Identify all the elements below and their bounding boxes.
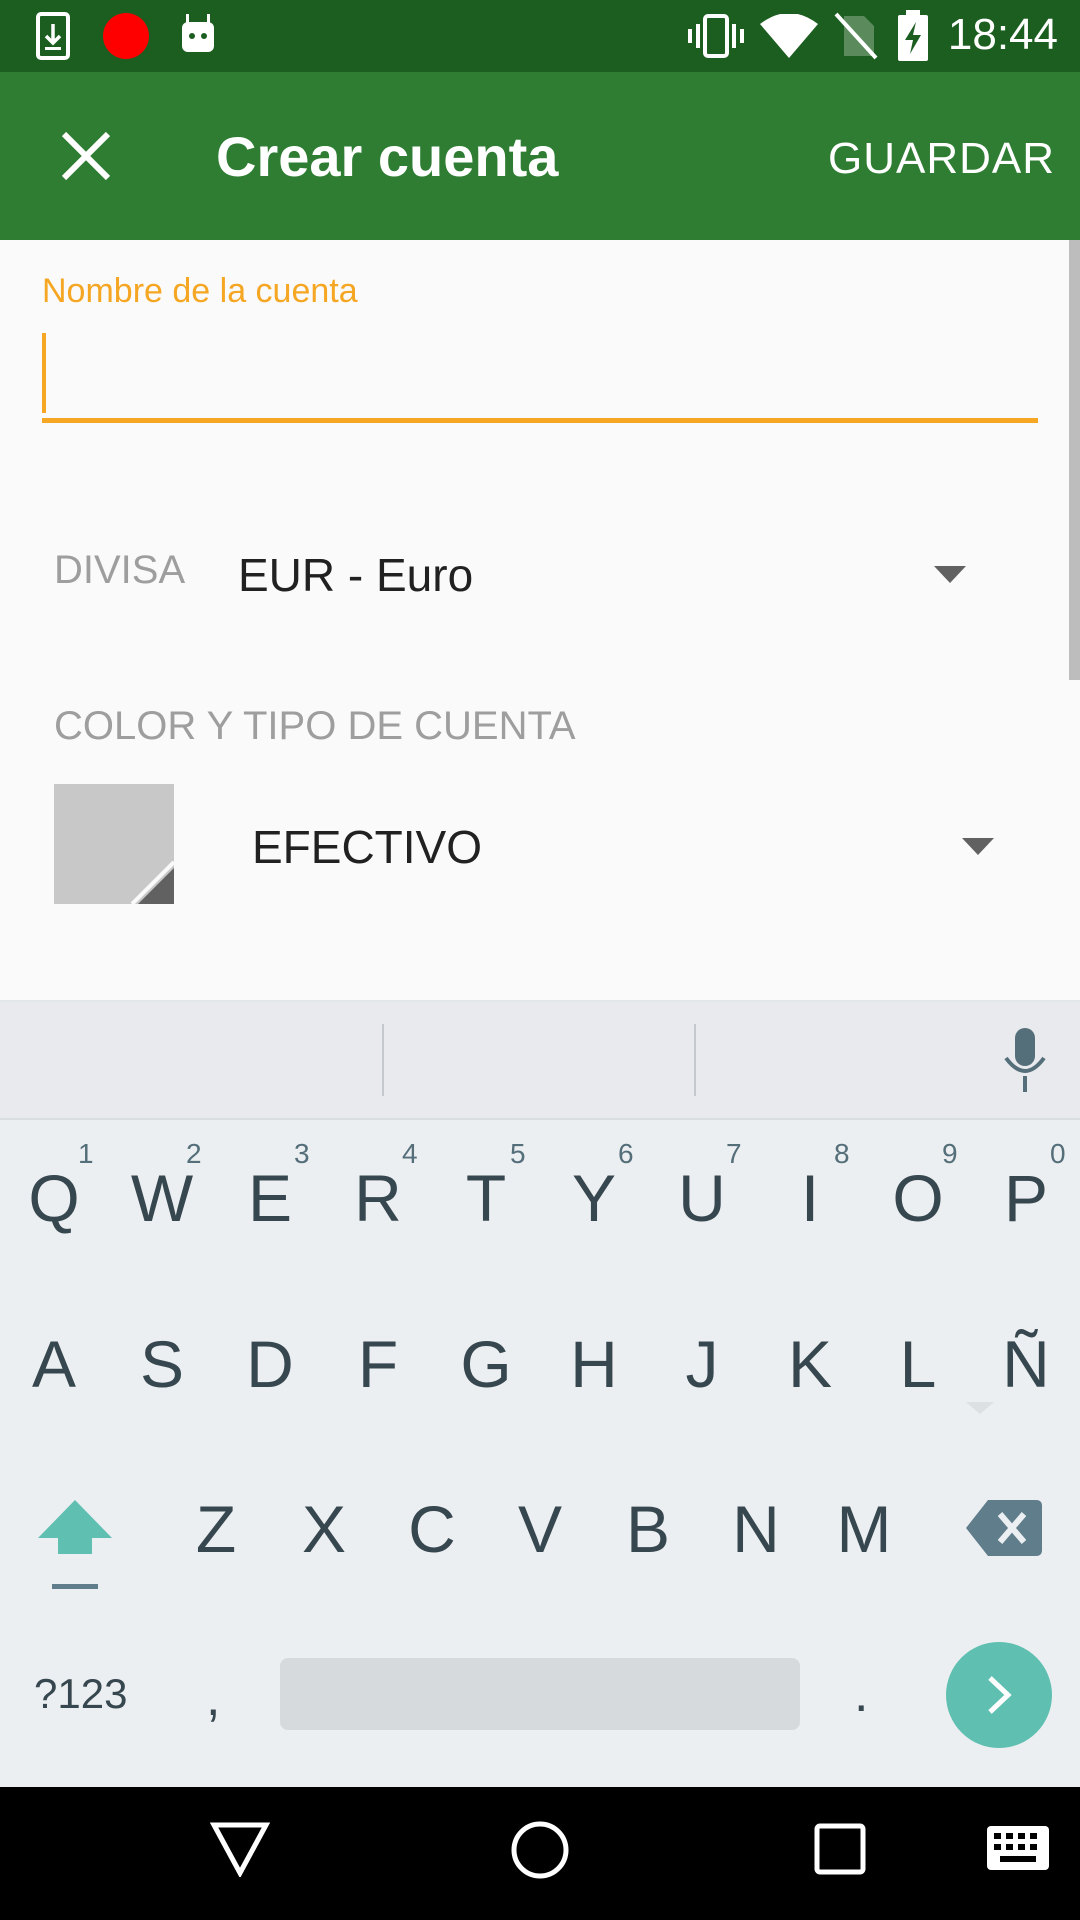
key-d[interactable]: D xyxy=(216,1326,324,1402)
key-enye[interactable]: Ñ xyxy=(972,1326,1080,1402)
shift-icon[interactable] xyxy=(38,1500,112,1590)
account-name-input[interactable] xyxy=(42,320,1038,420)
suggestion-strip xyxy=(0,1002,1080,1120)
key-hint: 4 xyxy=(402,1138,418,1169)
key-i[interactable]: I xyxy=(756,1160,864,1236)
key-hint: 2 xyxy=(186,1138,202,1169)
chevron-right-icon xyxy=(988,1676,1012,1714)
account-name-label: Nombre de la cuenta xyxy=(42,272,358,310)
save-button[interactable]: GUARDAR xyxy=(828,134,1055,184)
backspace-icon[interactable] xyxy=(966,1500,1042,1556)
key-hint: 7 xyxy=(726,1138,742,1169)
swatch-corner-icon xyxy=(130,860,174,904)
key-o[interactable]: O xyxy=(864,1160,972,1236)
chevron-down-icon xyxy=(934,566,966,583)
vibrate-icon xyxy=(688,14,744,58)
key-e[interactable]: E xyxy=(216,1160,324,1236)
status-time: 18:44 xyxy=(947,10,1058,59)
long-press-indicator xyxy=(966,1402,994,1414)
download-icon xyxy=(36,12,70,60)
period-key[interactable]: . xyxy=(854,1664,868,1724)
key-t[interactable]: T xyxy=(432,1160,540,1236)
key-n[interactable]: N xyxy=(702,1491,810,1567)
key-h[interactable]: H xyxy=(540,1326,648,1402)
key-j[interactable]: J xyxy=(648,1326,756,1402)
key-b[interactable]: B xyxy=(594,1491,702,1567)
key-hint: 9 xyxy=(942,1138,958,1169)
key-k[interactable]: K xyxy=(756,1326,864,1402)
key-q[interactable]: Q xyxy=(0,1160,108,1236)
recents-icon[interactable] xyxy=(814,1823,866,1875)
navigation-bar xyxy=(0,1787,1080,1920)
app-bar: Crear cuenta GUARDAR xyxy=(0,72,1080,240)
key-hint: 8 xyxy=(834,1138,850,1169)
currency-value: EUR - Euro xyxy=(238,549,474,601)
input-underline xyxy=(42,418,1038,423)
key-m[interactable]: M xyxy=(810,1491,918,1567)
suggestion-divider xyxy=(382,1024,384,1096)
key-hint: 1 xyxy=(78,1138,94,1169)
home-icon[interactable] xyxy=(510,1820,570,1880)
key-hint: 5 xyxy=(510,1138,526,1169)
color-type-section-label: COLOR Y TIPO DE CUENTA xyxy=(54,704,576,748)
key-c[interactable]: C xyxy=(378,1491,486,1567)
key-p[interactable]: P xyxy=(972,1160,1080,1236)
key-x[interactable]: X xyxy=(270,1491,378,1567)
scrollbar[interactable] xyxy=(1069,240,1080,680)
color-swatch[interactable] xyxy=(54,784,174,904)
back-icon[interactable] xyxy=(210,1821,270,1877)
status-bar: 18:44 xyxy=(0,0,1080,72)
key-r[interactable]: R xyxy=(324,1160,432,1236)
key-a[interactable]: A xyxy=(0,1326,108,1402)
space-bar[interactable] xyxy=(280,1658,800,1730)
key-s[interactable]: S xyxy=(108,1326,216,1402)
comma-key[interactable]: , xyxy=(206,1668,220,1728)
key-hint: 6 xyxy=(618,1138,634,1169)
wifi-icon xyxy=(760,14,818,58)
currency-label: DIVISA xyxy=(54,548,186,592)
battery-charging-icon xyxy=(898,10,928,61)
key-y[interactable]: Y xyxy=(540,1160,648,1236)
close-icon[interactable] xyxy=(56,126,116,186)
keyboard-switch-icon[interactable] xyxy=(986,1825,1050,1871)
key-f[interactable]: F xyxy=(324,1326,432,1402)
text-cursor xyxy=(42,333,46,413)
key-hint: 0 xyxy=(1050,1138,1066,1169)
key-u[interactable]: U xyxy=(648,1160,756,1236)
key-l[interactable]: L xyxy=(864,1326,972,1402)
key-g[interactable]: G xyxy=(432,1326,540,1402)
no-sim-icon xyxy=(834,12,878,60)
next-key[interactable] xyxy=(946,1642,1052,1748)
chevron-down-icon xyxy=(962,838,994,855)
record-icon xyxy=(103,13,149,59)
symbols-key[interactable]: ?123 xyxy=(34,1670,127,1718)
key-hint: 3 xyxy=(294,1138,310,1169)
key-v[interactable]: V xyxy=(486,1491,594,1567)
account-type-value: EFECTIVO xyxy=(252,821,483,873)
suggestion-divider xyxy=(694,1024,696,1096)
microphone-icon[interactable] xyxy=(998,1024,1052,1096)
page-title: Crear cuenta xyxy=(216,125,559,188)
key-w[interactable]: W xyxy=(108,1160,216,1236)
android-icon xyxy=(182,14,214,52)
key-z[interactable]: Z xyxy=(162,1491,270,1567)
